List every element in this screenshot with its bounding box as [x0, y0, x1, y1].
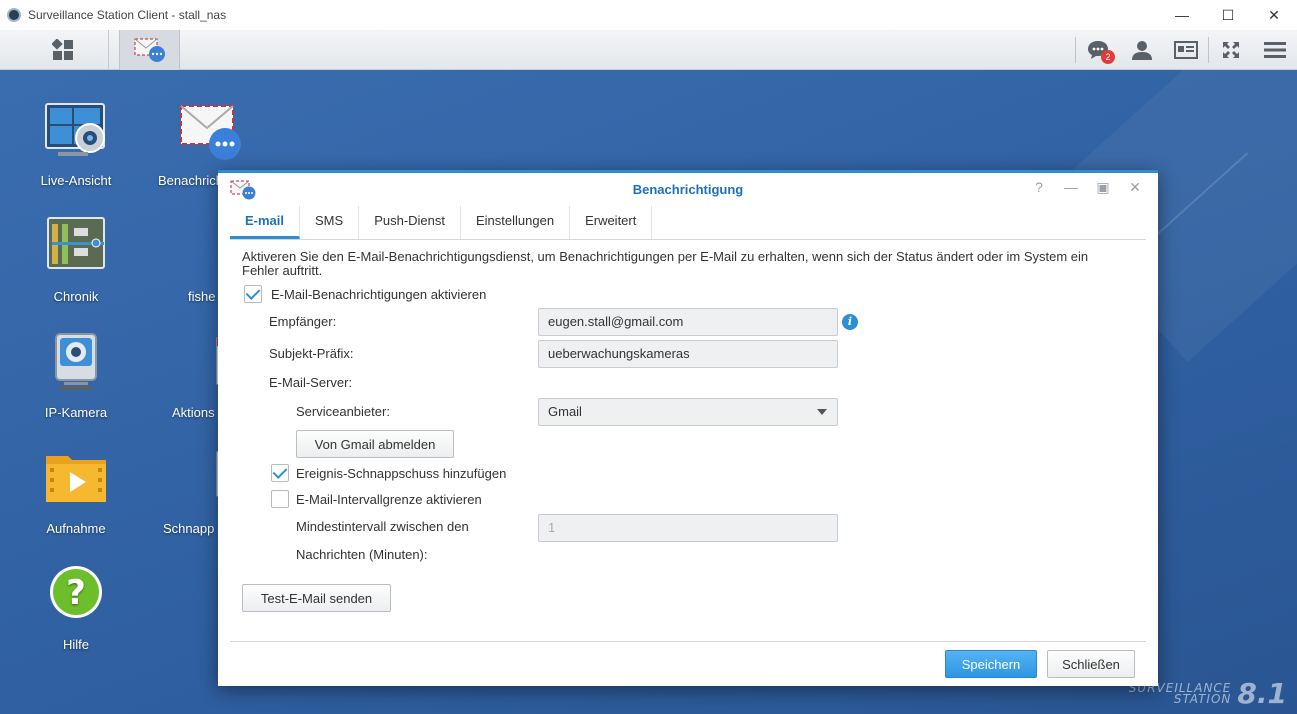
dialog-header: Benachrichtigung ? — ▣ ✕ — [218, 173, 1158, 205]
tab-advanced[interactable]: Erweitert — [570, 206, 653, 239]
desktop-icon-recording[interactable]: Aufnahme — [11, 448, 141, 536]
min-interval-input[interactable]: 1 — [538, 514, 838, 542]
footer-divider — [230, 641, 1146, 642]
desktop-icon-label: Chronik — [53, 289, 99, 304]
app-logo-icon — [7, 8, 21, 22]
dialog-close-button[interactable]: ✕ — [1126, 179, 1144, 196]
save-button[interactable]: Speichern — [945, 650, 1037, 678]
send-test-email-button[interactable]: Test-E-Mail senden — [242, 584, 391, 612]
dialog-controls: ? — ▣ ✕ — [1030, 179, 1144, 196]
ip-camera-icon — [55, 333, 97, 390]
toolbar-right: 2 — [1075, 30, 1297, 70]
recipient-label-row: Empfänger: — [269, 314, 336, 329]
gmail-signout-button[interactable]: Von Gmail abmelden — [296, 430, 454, 458]
notification-dialog: Benachrichtigung ? — ▣ ✕ E-mail SMS Push… — [218, 170, 1158, 686]
desktop-icon-label: Aufnahme — [46, 521, 106, 536]
minimize-button[interactable]: — — [1159, 0, 1205, 30]
email-settings-form: Aktiveren Sie den E-Mail-Benachrichtigun… — [242, 249, 1122, 612]
fullscreen-icon — [1223, 42, 1239, 58]
interval-label-row-1: Mindestintervall zwischen den — [296, 519, 469, 534]
email-server-label: E-Mail-Server: — [269, 375, 353, 390]
help-question-icon: ? — [50, 566, 102, 618]
tab-sms[interactable]: SMS — [300, 206, 360, 239]
desktop-icon-timeline[interactable]: Chronik — [11, 216, 141, 304]
notification-app-icon — [134, 38, 165, 62]
brand-line-2: STATION — [1173, 691, 1232, 706]
user-icon — [1132, 41, 1152, 60]
service-provider-select[interactable]: Gmail — [538, 398, 838, 426]
service-provider-value: Gmail — [548, 404, 582, 419]
svg-text:?: ? — [66, 573, 86, 613]
timeline-icon — [47, 217, 105, 269]
tab-settings[interactable]: Einstellungen — [461, 206, 571, 239]
taskbar-notification-app[interactable] — [119, 30, 180, 70]
interval-limit-checkbox[interactable] — [271, 490, 289, 508]
messages-button[interactable]: 2 — [1076, 30, 1120, 70]
enable-email-checkbox[interactable] — [244, 285, 262, 303]
window-title: Surveillance Station Client - stall_nas — [28, 8, 227, 22]
desktop-icon-ip-camera[interactable]: IP-Kamera — [11, 332, 141, 420]
window-controls: — ☐ ✕ — [1159, 0, 1297, 30]
os-titlebar: Surveillance Station Client - stall_nas … — [0, 0, 1297, 30]
recipient-input[interactable]: eugen.stall@gmail.com — [538, 308, 838, 336]
tab-push-service[interactable]: Push-Dienst — [359, 206, 461, 239]
dialog-title: Benachrichtigung — [632, 182, 744, 197]
desktop-icon-help[interactable]: ? Hilfe — [11, 564, 141, 652]
snapshot-checkbox[interactable] — [271, 464, 289, 482]
desktop-icon-label: Hilfe — [62, 637, 89, 652]
interval-enable-label: E-Mail-Intervallgrenze aktivieren — [296, 491, 482, 507]
subject-prefix-input[interactable]: ueberwachungskameras — [538, 340, 838, 368]
info-icon[interactable]: i — [842, 314, 858, 330]
notification-envelope-icon — [180, 105, 241, 160]
snapshot-label: Ereignis-Schnappschuss hinzufügen — [296, 465, 507, 481]
recipient-label: Empfänger: — [269, 314, 337, 329]
hamburger-menu-button[interactable] — [1253, 30, 1297, 70]
fullscreen-button[interactable] — [1209, 30, 1253, 70]
main-menu-button[interactable] — [18, 30, 109, 70]
dialog-minimize-button[interactable]: — — [1062, 179, 1080, 196]
interval-enable-row: E-Mail-Intervallgrenze aktivieren — [271, 490, 482, 508]
folder-play-icon — [46, 456, 106, 502]
enable-email-label: E-Mail-Benachrichtigungen aktivieren — [271, 286, 487, 302]
grid-menu-icon — [52, 39, 73, 60]
subject-prefix-label: Subjekt-Präfix: — [269, 346, 354, 361]
server-label-row: E-Mail-Server: — [269, 375, 352, 390]
close-window-button[interactable]: ✕ — [1251, 0, 1297, 30]
toolbar: 2 — [0, 30, 1297, 70]
close-button[interactable]: Schließen — [1047, 650, 1135, 678]
chevron-down-icon — [817, 409, 827, 415]
service-provider-label: Serviceanbieter: — [296, 404, 390, 419]
live-view-icon — [45, 103, 105, 156]
info-card-button[interactable] — [1164, 30, 1208, 70]
enable-email-row: E-Mail-Benachrichtigungen aktivieren — [244, 285, 486, 303]
desktop-icon-label: Live-Ansicht — [40, 173, 112, 188]
min-interval-label-line1: Mindestintervall zwischen den — [296, 519, 469, 534]
interval-label-row-2: Nachrichten (Minuten): — [296, 547, 428, 562]
notification-count-badge: 2 — [1101, 50, 1115, 64]
description-text: Aktiveren Sie den E-Mail-Benachrichtigun… — [242, 249, 1089, 278]
help-button[interactable]: ? — [1030, 179, 1048, 196]
subject-label-row: Subjekt-Präfix: — [269, 346, 354, 361]
user-button[interactable] — [1120, 30, 1164, 70]
desktop-icon-live-view[interactable]: Live-Ansicht — [11, 100, 141, 188]
hamburger-menu-icon — [1264, 42, 1286, 58]
maximize-button[interactable]: ☐ — [1205, 0, 1251, 30]
provider-label-row: Serviceanbieter: — [296, 404, 390, 419]
brand-version: 8.1 — [1237, 677, 1287, 710]
desktop-icon-label: IP-Kamera — [44, 405, 108, 420]
tab-bar: E-mail SMS Push-Dienst Einstellungen Erw… — [230, 206, 1146, 240]
tab-email[interactable]: E-mail — [230, 206, 301, 239]
id-card-icon — [1174, 41, 1198, 59]
min-interval-label-line2: Nachrichten (Minuten): — [296, 547, 428, 562]
dialog-maximize-button[interactable]: ▣ — [1094, 179, 1112, 196]
snapshot-row: Ereignis-Schnappschuss hinzufügen — [271, 464, 506, 482]
